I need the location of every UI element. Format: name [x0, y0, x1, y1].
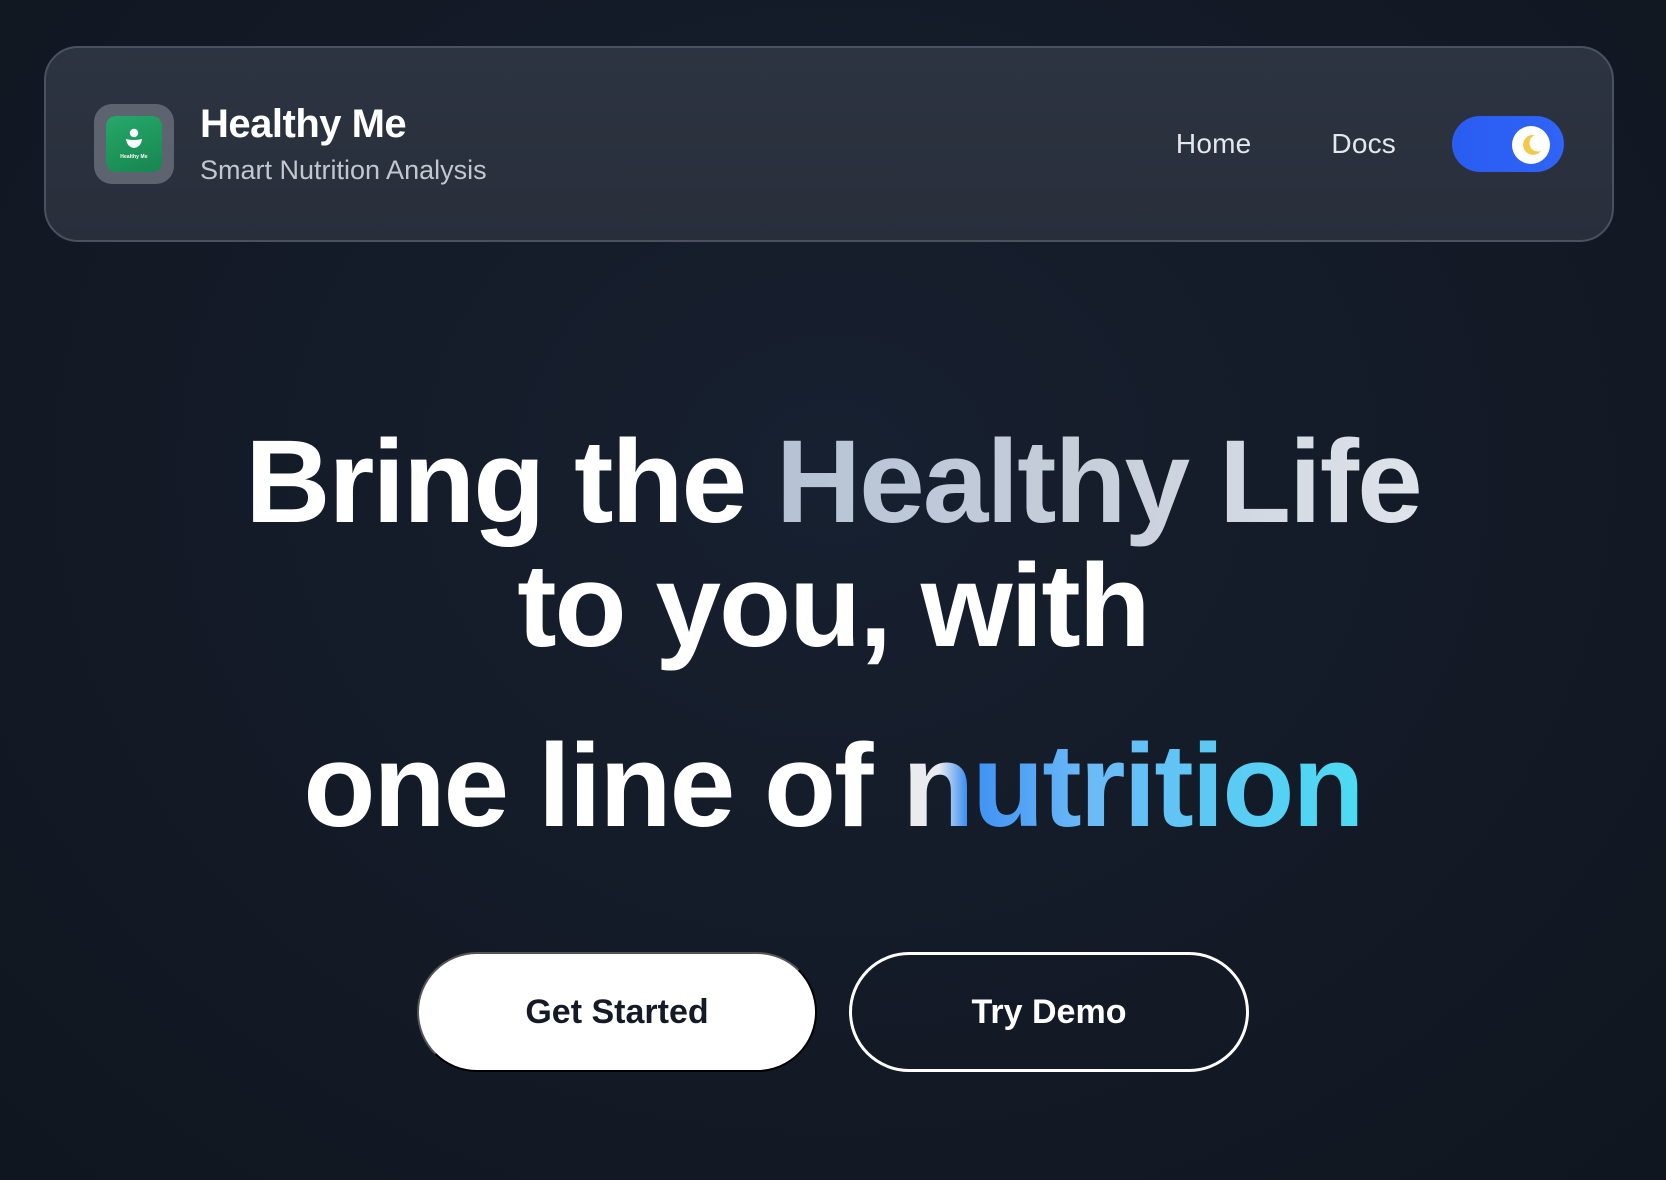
nav-link-home[interactable]: Home	[1176, 128, 1252, 160]
hero-line-3: one line of nutrition	[0, 724, 1666, 848]
hero-line-3-plain: one line of	[303, 720, 903, 852]
toggle-knob	[1512, 126, 1550, 164]
brand-subtitle: Smart Nutrition Analysis	[200, 155, 487, 185]
cta-row: Get Started Try Demo	[0, 952, 1666, 1072]
hero-line-1-plain: Bring the	[245, 416, 776, 548]
try-demo-button[interactable]: Try Demo	[849, 952, 1249, 1072]
hero-highlight-healthy-life: Healthy Life	[775, 416, 1423, 548]
brand-title: Healthy Me	[200, 102, 407, 146]
person-leaf-icon	[126, 128, 142, 148]
nav-link-docs[interactable]: Docs	[1331, 128, 1396, 160]
nav-menu: Home Docs	[1176, 116, 1564, 172]
navbar: Healthy Me Healthy Me Smart Nutrition An…	[44, 46, 1614, 242]
hero-highlight-nutrition: nutrition	[902, 720, 1364, 852]
brand-text: Healthy Me Smart Nutrition Analysis	[200, 100, 487, 188]
logo-badge: Healthy Me	[106, 116, 162, 172]
theme-toggle[interactable]	[1452, 116, 1564, 172]
get-started-button[interactable]: Get Started	[417, 952, 817, 1072]
hero-line-2: to you, with	[517, 540, 1150, 672]
brand[interactable]: Healthy Me Healthy Me Smart Nutrition An…	[94, 100, 487, 188]
hero-line-1: Bring the Healthy Life	[0, 420, 1666, 544]
hero: Bring the Healthy Life to you, with one …	[0, 420, 1666, 848]
logo-text: Healthy Me	[120, 154, 148, 160]
app-logo[interactable]: Healthy Me	[94, 104, 174, 184]
moon-icon	[1523, 134, 1541, 155]
